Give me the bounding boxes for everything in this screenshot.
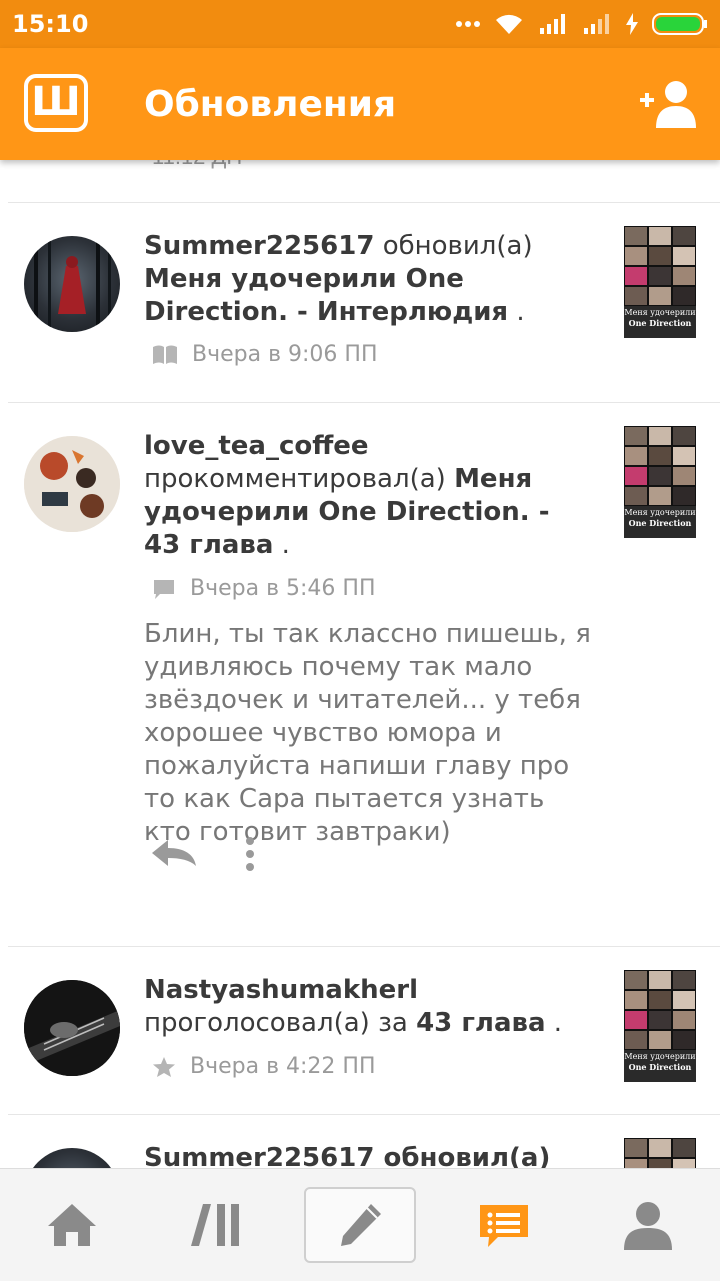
- action-text: обновил(а): [382, 231, 533, 261]
- profile-icon: [624, 1202, 672, 1250]
- feed-item[interactable]: love_tea_coffee прокомментировал(а) Меня…: [0, 402, 720, 946]
- library-icon: [191, 1204, 239, 1246]
- star-icon: [153, 1056, 175, 1077]
- nav-updates[interactable]: [456, 1187, 552, 1263]
- cover-subtitle: One Direction: [628, 518, 692, 528]
- item-text: Summer225617 обновил(а) Меня удочерили O…: [144, 230, 594, 329]
- cover-title: Меня удочерили: [624, 508, 696, 517]
- nav-write[interactable]: [304, 1187, 416, 1263]
- signal-icon: [540, 14, 565, 34]
- bottom-navigation: [0, 1168, 720, 1281]
- item-meta: Вчера в 9:06 ПП: [152, 342, 378, 367]
- avatar[interactable]: [24, 980, 120, 1076]
- story-cover[interactable]: Меня удочерили One Direction: [624, 970, 696, 1082]
- partial-timestamp: 11:12 ДП: [152, 160, 242, 170]
- story-cover[interactable]: Меня удочерили One Direction: [624, 426, 696, 538]
- punct: .: [273, 530, 290, 560]
- cover-collage: [624, 426, 696, 506]
- cover-subtitle: One Direction: [628, 1062, 692, 1072]
- feed-item[interactable]: Summer225617 обновил(а) Меня: [0, 1114, 720, 1168]
- comment-icon: [154, 579, 174, 599]
- cover-caption: Меня удочерили One Direction: [624, 1052, 696, 1072]
- story-cover[interactable]: [624, 1138, 696, 1168]
- feed-item[interactable]: Nastyashumakherl проголосовал(а) за 43 г…: [0, 946, 720, 1114]
- book-icon: [153, 345, 177, 364]
- item-text: love_tea_coffee прокомментировал(а) Меня…: [144, 430, 594, 562]
- avatar-image: [34, 236, 111, 332]
- avatar[interactable]: [24, 436, 120, 532]
- comment-text: Блин, ты так классно пишешь, я удивляюсь…: [144, 619, 591, 847]
- feed-item[interactable]: Summer225617 обновил(а) Меня удочерили O…: [0, 202, 720, 402]
- nav-profile[interactable]: [600, 1187, 696, 1263]
- cover-subtitle: One Direction: [628, 318, 692, 328]
- username[interactable]: Summer225617: [144, 231, 374, 261]
- punct: .: [508, 297, 525, 327]
- item-text: Summer225617 обновил(а) Меня: [144, 1142, 594, 1168]
- nav-home[interactable]: [24, 1187, 120, 1263]
- write-icon: [341, 1204, 381, 1246]
- username[interactable]: love_tea_coffee: [144, 431, 369, 461]
- home-icon: [48, 1204, 96, 1246]
- status-time: 15:10: [12, 10, 89, 38]
- add-user-icon[interactable]: [640, 78, 696, 128]
- partial-item-text[interactable]: Summer225617 обновил(а) Меня: [144, 1143, 550, 1168]
- charging-icon: [626, 13, 638, 35]
- more-options-icon[interactable]: [244, 836, 256, 872]
- avatar-image: [24, 980, 120, 1076]
- nav-library[interactable]: [168, 1187, 264, 1263]
- page-title: Обновления: [144, 84, 397, 125]
- dots-icon: [456, 21, 480, 27]
- cover-collage: [624, 226, 696, 306]
- battery-icon: [652, 13, 707, 35]
- action-text: проголосовал(а) за: [144, 1008, 408, 1038]
- cover-caption: Меня удочерили One Direction: [624, 308, 696, 328]
- item-meta: Вчера в 5:46 ПП: [152, 576, 376, 601]
- updates-feed[interactable]: 11:12 ДП Summer225617 обновил(а) Меня уд…: [0, 160, 720, 1168]
- item-text: Nastyashumakherl проголосовал(а) за 43 г…: [144, 974, 594, 1040]
- avatar[interactable]: [24, 236, 120, 332]
- timestamp: Вчера в 4:22 ПП: [190, 1054, 376, 1079]
- cover-collage: [624, 1138, 696, 1168]
- story-link[interactable]: Меня удочерили One Direction. - Интерлюд…: [144, 264, 508, 327]
- updates-icon: [480, 1205, 528, 1247]
- punct: .: [545, 1008, 563, 1038]
- reply-icon[interactable]: [150, 838, 198, 868]
- cover-caption: Меня удочерили One Direction: [624, 508, 696, 528]
- cover-title: Меня удочерили: [624, 1052, 696, 1061]
- cover-title: Меня удочерили: [624, 308, 696, 317]
- status-bar: 15:10: [0, 0, 720, 48]
- wifi-icon: [496, 14, 522, 34]
- story-link[interactable]: 43 глава: [416, 1008, 545, 1038]
- cover-collage: [624, 970, 696, 1050]
- avatar-image: [24, 436, 120, 532]
- action-text: прокомментировал(а): [144, 464, 446, 494]
- signal-icon-2: [584, 14, 609, 34]
- timestamp: Вчера в 5:46 ПП: [190, 576, 376, 601]
- item-meta: Вчера в 4:22 ПП: [152, 1054, 376, 1079]
- username[interactable]: Nastyashumakherl: [144, 975, 418, 1005]
- status-icons: [456, 10, 708, 38]
- wattpad-logo[interactable]: Ш: [24, 74, 88, 132]
- avatar[interactable]: [24, 1148, 120, 1168]
- story-cover[interactable]: Меня удочерили One Direction: [624, 226, 696, 338]
- timestamp: Вчера в 9:06 ПП: [192, 342, 378, 367]
- app-bar: Ш Обновления: [0, 48, 720, 160]
